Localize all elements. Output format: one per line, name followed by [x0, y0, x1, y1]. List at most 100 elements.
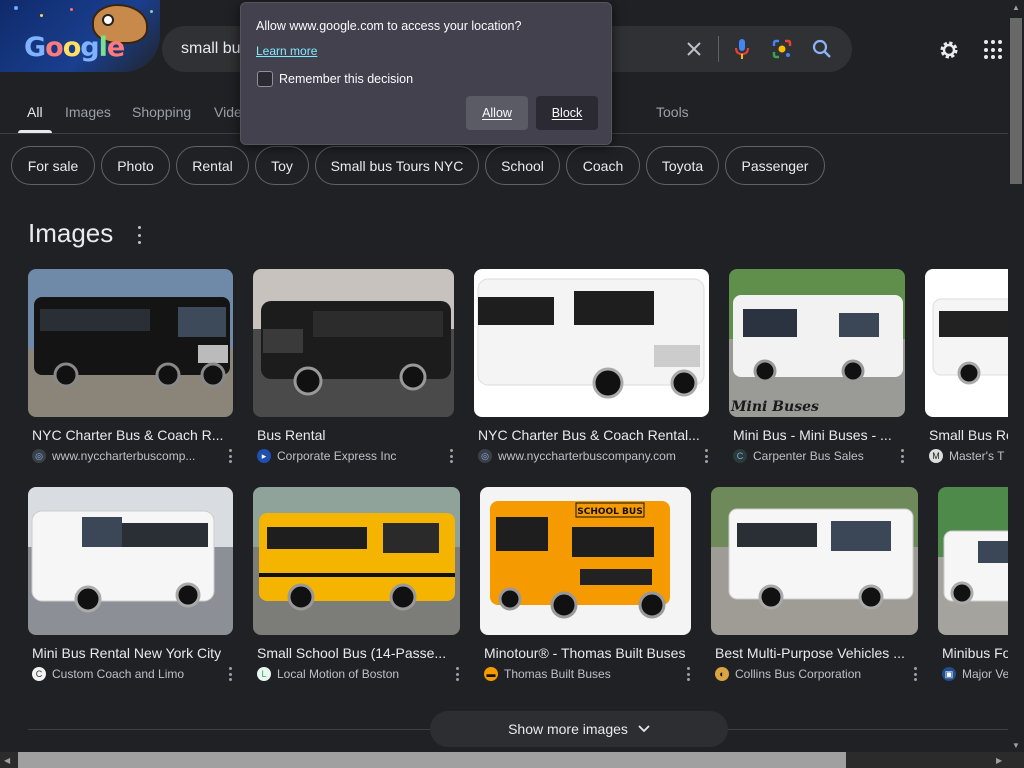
image-thumbnail[interactable]: [28, 487, 233, 635]
favicon-icon: ◎: [32, 449, 46, 463]
logo-wordmark: Google: [24, 32, 125, 63]
image-result[interactable]: NYC Charter Bus & Coach R... ◎ www.nyccha…: [28, 269, 233, 469]
remember-decision-checkbox[interactable]: [257, 71, 273, 87]
image-source[interactable]: ◎ www.nyccharterbuscompany.com: [478, 449, 693, 463]
favicon-icon: ▬: [484, 667, 498, 681]
chip-coach[interactable]: Coach: [566, 146, 640, 185]
image-thumbnail[interactable]: [938, 487, 1008, 635]
image-result[interactable]: SCHOOL BUS Minotour® - Thomas Built Buse…: [480, 487, 691, 687]
show-more-images-button[interactable]: Show more images: [430, 711, 728, 747]
scroll-left-arrow-icon[interactable]: ◀: [4, 756, 10, 765]
tab-tools[interactable]: Tools: [656, 104, 689, 120]
favicon-icon: C: [733, 449, 747, 463]
tab-all[interactable]: All: [27, 104, 43, 120]
image-thumbnail[interactable]: [711, 487, 918, 635]
image-result[interactable]: Bus Rental ▸ Corporate Express Inc: [253, 269, 454, 469]
clear-icon[interactable]: [682, 37, 706, 61]
image-source[interactable]: C Carpenter Bus Sales: [733, 449, 893, 463]
image-title[interactable]: Best Multi-Purpose Vehicles ...: [715, 645, 915, 661]
image-title[interactable]: Small Bus Re: [929, 427, 1008, 443]
image-result[interactable]: Mini Buses Mini Bus - Mini Buses - ... C…: [729, 269, 905, 469]
remember-decision-label[interactable]: Remember this decision: [279, 72, 413, 86]
favicon-icon: ▸: [257, 449, 271, 463]
scroll-down-arrow-icon[interactable]: ▼: [1012, 741, 1020, 750]
image-source[interactable]: ▣ Major Ve: [942, 667, 1008, 681]
image-source[interactable]: ▸ Corporate Express Inc: [257, 449, 437, 463]
image-title[interactable]: Small School Bus (14-Passe...: [257, 645, 457, 661]
chip-toy[interactable]: Toy: [255, 146, 309, 185]
tab-images[interactable]: Images: [65, 104, 111, 120]
image-source[interactable]: ▬ Thomas Built Buses: [484, 667, 674, 681]
chip-toyota[interactable]: Toyota: [646, 146, 719, 185]
image-result[interactable]: Small School Bus (14-Passe... L Local Mot…: [253, 487, 460, 687]
image-title[interactable]: Bus Rental: [257, 427, 453, 443]
result-menu-icon[interactable]: [229, 667, 233, 681]
more-options-icon[interactable]: [136, 226, 142, 244]
image-title[interactable]: NYC Charter Bus & Coach R...: [32, 427, 230, 443]
search-divider: [718, 36, 719, 62]
image-thumbnail[interactable]: [474, 269, 709, 417]
result-menu-icon[interactable]: [705, 449, 709, 463]
image-title[interactable]: NYC Charter Bus & Coach Rental...: [478, 427, 708, 443]
result-menu-icon[interactable]: [687, 667, 691, 681]
learn-more-link[interactable]: Learn more: [256, 44, 317, 58]
school-bus-sign: SCHOOL BUS: [577, 507, 642, 517]
tab-shopping[interactable]: Shopping: [132, 104, 191, 120]
scroll-up-arrow-icon[interactable]: ▲: [1012, 3, 1020, 12]
chip-passenger[interactable]: Passenger: [725, 146, 825, 185]
image-thumbnail[interactable]: [253, 487, 460, 635]
favicon-icon: L: [257, 667, 271, 681]
image-thumbnail[interactable]: Mini Buses: [729, 269, 905, 417]
image-thumbnail[interactable]: [925, 269, 1008, 417]
image-source[interactable]: L Local Motion of Boston: [257, 667, 442, 681]
chip-photo[interactable]: Photo: [101, 146, 170, 185]
block-button[interactable]: Block: [536, 96, 598, 130]
search-icon[interactable]: [810, 37, 834, 61]
image-source[interactable]: ◐ Collins Bus Corporation: [715, 667, 900, 681]
image-thumbnail[interactable]: [253, 269, 454, 417]
favicon-icon: ◐: [715, 667, 729, 681]
result-menu-icon[interactable]: [229, 449, 233, 463]
result-menu-icon[interactable]: [914, 667, 918, 681]
microphone-icon[interactable]: [730, 37, 754, 61]
chevron-down-icon: [638, 725, 650, 733]
scroll-right-arrow-icon[interactable]: ▶: [996, 756, 1002, 765]
image-title[interactable]: Mini Bus Rental New York City: [32, 645, 230, 661]
favicon-icon: ▣: [942, 667, 956, 681]
vertical-scroll-thumb[interactable]: [1010, 18, 1022, 184]
favicon-icon: ◎: [478, 449, 492, 463]
allow-button[interactable]: Allow: [466, 96, 528, 130]
tab-videos[interactable]: Vide: [214, 104, 242, 120]
chip-school[interactable]: School: [485, 146, 560, 185]
image-result[interactable]: NYC Charter Bus & Coach Rental... ◎ www.n…: [474, 269, 709, 469]
google-doodle-logo[interactable]: Google: [0, 0, 160, 72]
horizontal-scroll-thumb[interactable]: [18, 752, 846, 768]
image-result[interactable]: Best Multi-Purpose Vehicles ... ◐ Collins…: [711, 487, 918, 687]
image-title[interactable]: Mini Bus - Mini Buses - ...: [733, 427, 905, 443]
result-menu-icon[interactable]: [901, 449, 905, 463]
image-title[interactable]: Minibus Fo: [942, 645, 1008, 661]
watermark-text: Mini Buses: [730, 399, 819, 415]
location-permission-dialog: Allow www.google.com to access your loca…: [240, 2, 612, 145]
image-result[interactable]: Small Bus Re M Master's T: [925, 269, 1008, 469]
chip-rental[interactable]: Rental: [176, 146, 249, 185]
result-menu-icon[interactable]: [456, 667, 460, 681]
search-query-text[interactable]: small bus: [181, 40, 249, 58]
result-menu-icon[interactable]: [450, 449, 454, 463]
images-section-title: Images: [28, 218, 114, 248]
settings-gear-icon[interactable]: [936, 37, 962, 63]
image-result[interactable]: Minibus Fo ▣ Major Ve: [938, 487, 1008, 687]
image-source[interactable]: ◎ www.nyccharterbuscomp...: [32, 449, 212, 463]
image-source[interactable]: M Master's T: [929, 449, 1008, 463]
chip-small-bus-tours-nyc[interactable]: Small bus Tours NYC: [315, 146, 479, 185]
chip-for-sale[interactable]: For sale: [11, 146, 95, 185]
image-result[interactable]: Mini Bus Rental New York City C Custom Co…: [28, 487, 233, 687]
show-more-label: Show more images: [508, 721, 628, 737]
google-apps-icon[interactable]: [984, 40, 1004, 60]
image-thumbnail[interactable]: [28, 269, 233, 417]
lens-icon[interactable]: [770, 37, 794, 61]
image-source[interactable]: C Custom Coach and Limo: [32, 667, 212, 681]
image-title[interactable]: Minotour® - Thomas Built Buses: [484, 645, 690, 661]
favicon-icon: C: [32, 667, 46, 681]
image-thumbnail[interactable]: SCHOOL BUS: [480, 487, 691, 635]
